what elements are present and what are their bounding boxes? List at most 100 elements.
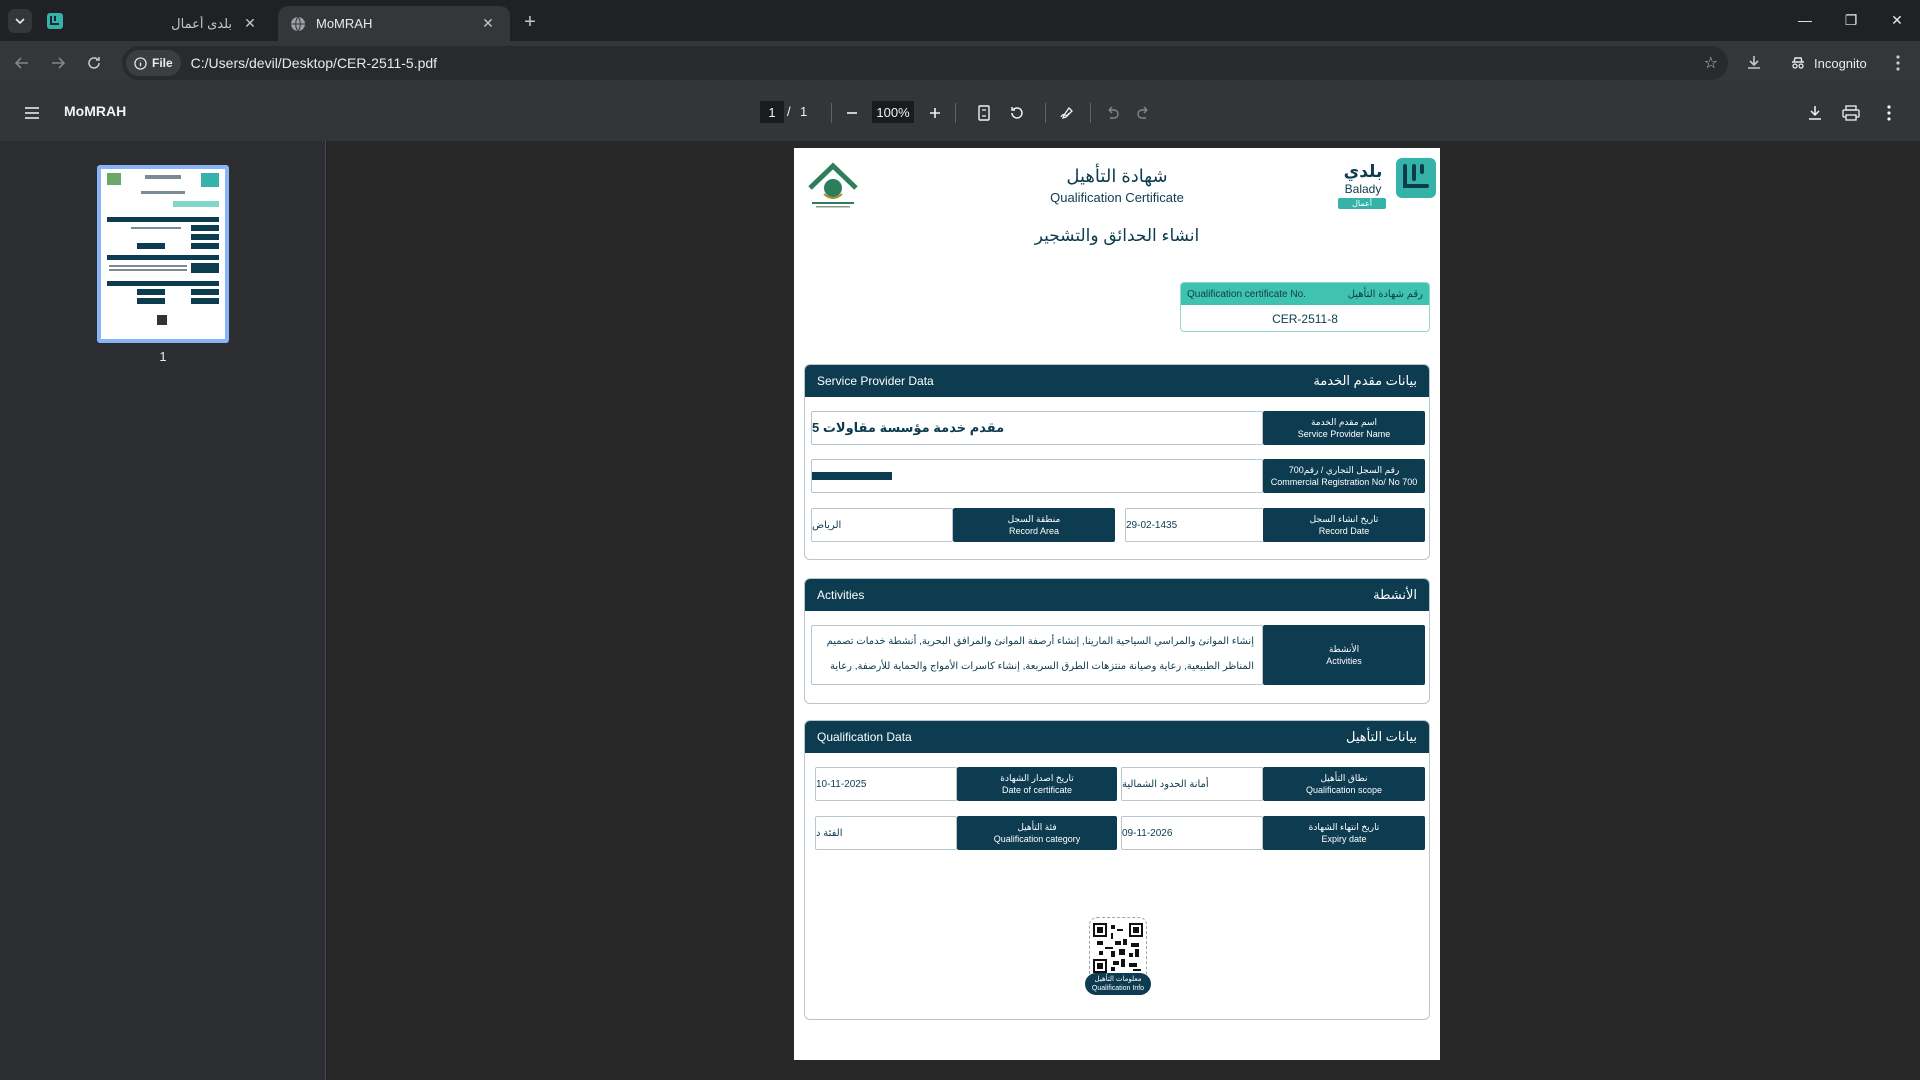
tab-search-button[interactable] [8, 9, 32, 33]
chip-label: File [152, 56, 173, 70]
minimize-button[interactable]: — [1782, 0, 1828, 40]
expiry-date-label: تاريخ انتهاء الشهادة Expiry date [1263, 816, 1425, 850]
section-title-ar: الأنشطة [1373, 587, 1417, 602]
zoom-out-button[interactable] [839, 100, 865, 126]
record-area-value: الرياض [811, 508, 953, 542]
incognito-label: Incognito [1814, 55, 1867, 71]
undo-button[interactable] [1099, 100, 1125, 126]
reload-button[interactable] [80, 49, 108, 77]
label-en: Date of certificate [1001, 785, 1073, 795]
qr-code-icon [1093, 923, 1143, 973]
qr-label-en: Qualification Info [1091, 985, 1145, 992]
address-bar[interactable]: File C:/Users/devil/Desktop/CER-2511-5.p… [122, 46, 1728, 80]
pdf-more-button[interactable] [1876, 100, 1902, 126]
activities-value: إنشاء الموانئ والمراسي السياحية المارينا… [811, 625, 1263, 685]
arrow-left-icon [14, 57, 28, 69]
certificate-title-ar: شهادة التأهيل [1066, 166, 1168, 186]
tab-momrah[interactable]: MoMRAH ✕ [278, 6, 510, 41]
record-date-value: 29-02-1435 [1125, 508, 1265, 542]
divider [831, 103, 832, 123]
provider-name-label: اسم مقدم الخدمة Service Provider Name [1263, 411, 1425, 445]
redo-button[interactable] [1131, 100, 1157, 126]
forward-button[interactable] [44, 49, 72, 77]
sidebar-toggle-button[interactable] [20, 101, 44, 125]
thumbnail-preview [101, 169, 225, 339]
certificate-title-en: Qualification Certificate [1050, 190, 1184, 205]
pdf-download-button[interactable] [1802, 100, 1828, 126]
plus-icon [930, 108, 940, 118]
balady-logo-tag: أعمال [1338, 198, 1386, 209]
site-info-chip[interactable]: File [126, 50, 181, 76]
pdf-page: بلدي Balady أعمال شهادة التأهيل Qualific… [794, 148, 1440, 1060]
tab-strip: بلدى أعمال ✕ MoMRAH ✕ + — ❐ ✕ [0, 0, 1920, 41]
qualification-section: Qualification Data بيانات التأهيل أمانة … [804, 720, 1430, 1020]
section-title-en: Activities [817, 588, 865, 602]
info-icon [134, 56, 147, 70]
certificate-date-value: 10-11-2025 [815, 767, 957, 801]
thumbnail-sidebar: 1 [0, 141, 326, 1080]
main-activity-title: انشاء الحدائق والتشجير [1034, 226, 1200, 245]
pdf-toolbar: MoMRAH 1 / 1 100% [0, 85, 1920, 141]
certificate-number-box: Qualification certificate No. رقم شهادة … [1180, 282, 1430, 332]
label-en: Expiry date [1321, 834, 1367, 844]
pen-icon [1060, 106, 1073, 120]
category-label: فئة التأهيل Qualification category [957, 816, 1117, 850]
globe-icon [291, 16, 305, 31]
new-tab-button[interactable]: + [518, 10, 542, 34]
label-ar: اسم مقدم الخدمة [1310, 417, 1378, 427]
downloads-button[interactable] [1740, 49, 1768, 77]
qr-label-ar: معلومات التأهيل [1094, 976, 1142, 983]
label-en: Activities [1326, 656, 1362, 666]
browser-menu-button[interactable] [1884, 49, 1912, 77]
label-ar: تاريخ اصدار الشهادة [1000, 773, 1074, 783]
cert-no-label-ar: رقم شهادة التأهيل [1347, 288, 1423, 300]
tab-balady[interactable]: بلدى أعمال ✕ [40, 6, 272, 41]
divider [1045, 103, 1046, 123]
fit-page-icon [978, 105, 990, 121]
certificate-date-label: تاريخ اصدار الشهادة Date of certificate [957, 767, 1117, 801]
tab-title: MoMRAH [316, 16, 373, 31]
balady-logo: بلدي Balady أعمال [1334, 158, 1436, 214]
zoom-in-button[interactable] [922, 100, 948, 126]
menu-icon [25, 107, 39, 119]
window-close-button[interactable]: ✕ [1874, 0, 1920, 40]
chevron-down-icon [15, 18, 25, 25]
incognito-indicator[interactable]: Incognito [1780, 48, 1877, 78]
restore-button[interactable]: ❐ [1828, 0, 1874, 40]
more-vertical-icon [1887, 105, 1891, 121]
page-separator: / [787, 104, 791, 119]
balady-logo-ar: بلدي [1343, 162, 1383, 181]
section-title-ar: بيانات مقدم الخدمة [1313, 373, 1417, 388]
cert-no-label-en: Qualification certificate No. [1187, 288, 1306, 300]
section-title-en: Service Provider Data [817, 374, 934, 388]
download-icon [1748, 56, 1760, 69]
bookmark-star-icon[interactable]: ☆ [1704, 53, 1718, 73]
url-text: C:/Users/devil/Desktop/CER-2511-5.pdf [190, 55, 438, 71]
redo-icon [1137, 106, 1148, 119]
page-number-input[interactable]: 1 [760, 101, 784, 123]
divider [1090, 103, 1091, 123]
scope-label: نطاق التأهيل Qualification scope [1263, 767, 1425, 801]
print-button[interactable] [1838, 100, 1864, 126]
page-thumbnail[interactable] [97, 165, 229, 343]
back-button[interactable] [8, 49, 36, 77]
pdf-title: MoMRAH [64, 103, 127, 119]
rotate-button[interactable] [1004, 100, 1030, 126]
label-en: Qualification category [993, 834, 1081, 844]
certificate-number: CER-2511-8 [1272, 312, 1338, 326]
fit-page-button[interactable] [971, 100, 997, 126]
rotate-icon [1011, 107, 1023, 119]
ministry-emblem-logo [806, 160, 860, 210]
activities-label: الأنشطة Activities [1263, 625, 1425, 685]
label-en: Qualification scope [1305, 785, 1383, 795]
close-icon[interactable]: ✕ [478, 14, 498, 34]
close-icon[interactable]: ✕ [240, 14, 260, 34]
annotate-button[interactable] [1054, 100, 1080, 126]
label-en: Service Provider Name [1297, 429, 1391, 439]
zoom-input[interactable]: 100% [872, 101, 914, 123]
qr-label: معلومات التأهيل Qualification Info [1085, 973, 1151, 995]
category-value: الفئة د [815, 816, 957, 850]
label-en: Record Area [1008, 526, 1060, 536]
label-ar: منطقة السجل [1007, 514, 1061, 524]
expiry-date-value: 09-11-2026 [1121, 816, 1263, 850]
